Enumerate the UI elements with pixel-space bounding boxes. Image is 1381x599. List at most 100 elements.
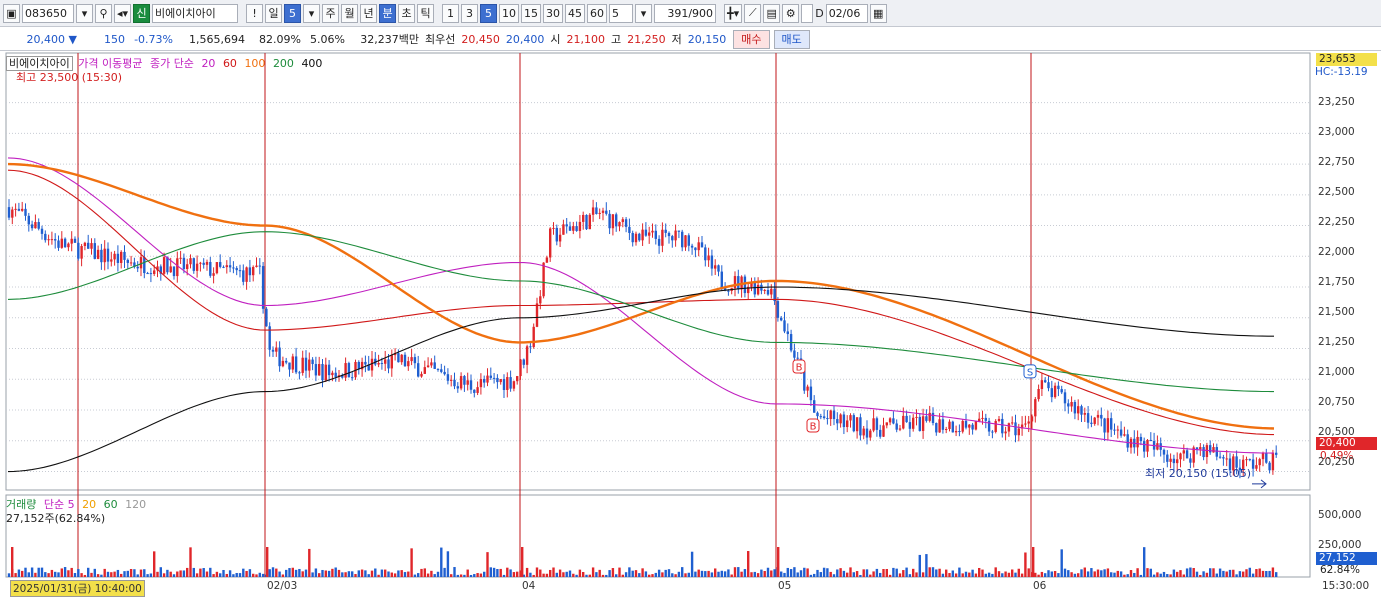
price-tick: 20,500 [1318,426,1355,438]
volume-bar [17,569,21,577]
candle-body [347,363,351,378]
period-minute-button[interactable]: 분 [379,3,397,23]
candle-body [126,259,129,263]
volume-tick: 250,000 [1318,539,1362,551]
stock-name-field[interactable]: 비에이치아이 [152,3,239,23]
candle-body [446,374,450,381]
draw-line-icon[interactable]: ⟋ [744,3,762,23]
volume-bar [433,574,436,577]
volume-bar [1063,568,1067,577]
volume-bar [1199,574,1202,577]
volume-bar [829,571,832,577]
volume-bar [301,571,304,577]
candle-body [308,359,311,371]
candle-body [525,346,529,365]
ma-legend-settings: 종가 단순 [149,57,194,70]
interval-10-button[interactable]: 10 [499,3,520,23]
interval-30-button[interactable]: 30 [543,3,564,23]
candle-body [466,380,469,385]
candle-body [450,379,453,381]
candle-body [535,303,539,327]
price-chart[interactable]: B B S [0,52,1381,599]
candle-body [700,242,704,248]
volume-bar [991,573,994,577]
period-day-value[interactable]: 5 [284,3,302,23]
volume-bar [1245,569,1248,577]
interval-custom-input[interactable]: 5 [609,3,634,23]
trade-value: 32,237백만 [360,33,419,46]
sell-button[interactable]: 매도 [773,29,810,49]
candle-body [925,416,928,421]
interval-60-button[interactable]: 60 [587,3,608,23]
calendar-icon[interactable]: ▦ [869,3,887,23]
volume-bar [377,574,380,577]
candle-body [1090,422,1093,424]
volume-bar [456,574,459,577]
period-second-button[interactable]: 초 [398,3,416,23]
interval-1-button[interactable]: 1 [442,3,460,23]
interval-45-button[interactable]: 45 [565,3,586,23]
save-icon[interactable]: ▤ [763,3,781,23]
volume-bar [1004,571,1007,577]
volume-bar [294,569,298,577]
volume-bar [486,552,489,577]
candle-body [228,265,232,268]
volume-bar [100,574,103,577]
volume-bar [1070,572,1073,577]
date-checkbox[interactable] [801,3,814,23]
sound-icon[interactable]: ◂▾ [114,3,132,23]
volume-bar [129,568,133,577]
date-input[interactable]: 02/06 [825,3,868,23]
candle-body [153,270,156,274]
volume-bar [984,573,987,577]
volume-bar [968,572,971,577]
candle-body [1040,380,1044,390]
volume-bar [83,574,87,577]
volume-bar [872,571,875,577]
period-dropdown-icon[interactable]: ▾ [303,3,321,23]
volume-bar [756,573,760,577]
period-year-button[interactable]: 년 [360,3,378,23]
volume-bar [1228,569,1232,577]
interval-dropdown-icon[interactable]: ▾ [635,3,653,23]
volume-bar [621,574,624,577]
stock-code-input[interactable]: 083650 [22,3,74,23]
period-tick-button[interactable]: 틱 [417,3,435,23]
count-field[interactable]: 391/900 [654,3,717,23]
period-week-button[interactable]: 주 [322,3,340,23]
settings-gear-icon[interactable]: ⚙ [782,3,800,23]
candle-body [1070,401,1073,407]
interval-15-button[interactable]: 15 [521,3,542,23]
candle-body [628,226,631,233]
candle-type-icon[interactable]: ╋▾ [724,3,743,23]
search-icon[interactable]: ⚲ [95,3,112,23]
volume-bar [489,567,492,577]
period-month-button[interactable]: 월 [341,3,359,23]
volume-bar [720,570,723,577]
low-label: 저 [671,33,682,46]
candle-body [839,414,842,424]
volume-bar [1139,574,1143,577]
code-dropdown-icon[interactable]: ▾ [76,3,93,23]
volume-bar [674,574,677,577]
price-tick: 21,250 [1318,336,1355,348]
interval-5-button[interactable]: 5 [480,3,498,23]
period-day-button[interactable]: 일 [265,3,283,23]
volume-bar [1044,573,1047,577]
volume-bar [453,567,456,577]
interval-3-button[interactable]: 3 [461,3,479,23]
candle-body [120,251,123,263]
layout-icon[interactable]: ▣ [3,3,20,23]
volume-bar [786,567,789,577]
candle-body [694,247,697,251]
volume-bar [443,567,446,577]
candle-body [588,214,591,230]
buy-button[interactable]: 매수 [733,29,770,49]
alert-button[interactable]: ! [246,3,264,23]
volume-bar [1166,574,1169,577]
volume-bar [370,570,374,577]
volume-bar [149,573,153,577]
volume-bar [1265,571,1268,577]
candle-body [1027,421,1030,424]
candle-body [334,372,337,377]
